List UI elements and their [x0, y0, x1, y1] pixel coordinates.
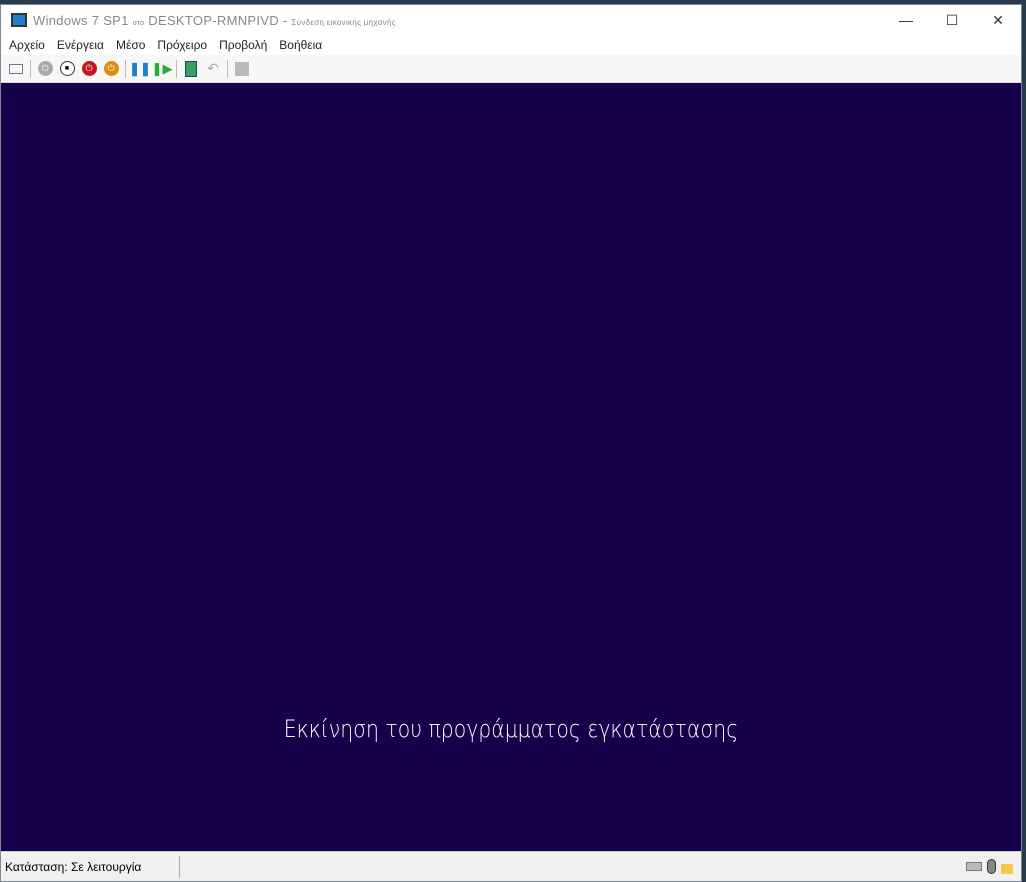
menu-clipboard[interactable]: Πρόχειρο: [151, 38, 213, 52]
close-button[interactable]: ✕: [975, 5, 1021, 35]
minimize-button[interactable]: —: [883, 5, 929, 35]
revert-icon: ↶: [207, 60, 219, 76]
ctrl-alt-del-button[interactable]: [5, 58, 27, 80]
vm-connection-window: Windows 7 SP1 στο DESKTOP-RMNPIVD - Σύνδ…: [0, 4, 1022, 882]
save-button[interactable]: ⏻: [100, 58, 122, 80]
divider: [30, 59, 31, 78]
ctrl-alt-del-icon: [9, 63, 23, 74]
divider: [176, 59, 177, 78]
status-text: Κατάσταση: Σε λειτουργία: [5, 859, 142, 874]
menu-help[interactable]: Βοήθεια: [273, 38, 328, 52]
setup-starting-message: Εκκίνηση του προγράμματος εγκατάστασης: [283, 715, 739, 743]
checkpoint-button[interactable]: [180, 58, 202, 80]
keyboard-icon: [966, 862, 982, 871]
vm-screen[interactable]: Εκκίνηση του προγράμματος εγκατάστασης: [1, 83, 1021, 851]
divider: [227, 59, 228, 78]
mouse-icon: [987, 859, 996, 874]
power-icon: ⏻: [37, 61, 53, 76]
checkpoint-icon: [185, 60, 197, 77]
maximize-button[interactable]: ☐: [929, 5, 975, 35]
vm-monitor-icon: [11, 13, 27, 27]
shutdown-icon: ⏻: [81, 61, 97, 76]
stop-icon: ■: [59, 61, 75, 76]
pause-icon: ❚❚: [129, 60, 151, 76]
shut-down-button[interactable]: ⏻: [78, 58, 100, 80]
enhanced-session-icon: [235, 61, 249, 76]
start-button[interactable]: ⏻: [34, 58, 56, 80]
pause-button[interactable]: ❚❚: [129, 58, 151, 80]
menu-view[interactable]: Προβολή: [213, 38, 273, 52]
divider: [125, 59, 126, 78]
turn-off-button[interactable]: ■: [56, 58, 78, 80]
resume-icon: ❚▶: [151, 60, 173, 76]
menu-action[interactable]: Ενέργεια: [51, 38, 110, 52]
menu-bar: Αρχείο Ενέργεια Μέσο Πρόχειρο Προβολή Βο…: [1, 35, 1021, 55]
toolbar: ⏻ ■ ⏻ ⏻ ❚❚ ❚▶ ↶: [1, 55, 1021, 83]
resume-button[interactable]: ❚▶: [151, 58, 173, 80]
menu-media[interactable]: Μέσο: [110, 38, 151, 52]
title-bar: Windows 7 SP1 στο DESKTOP-RMNPIVD - Σύνδ…: [1, 5, 1021, 35]
menu-file[interactable]: Αρχείο: [3, 38, 51, 52]
lock-icon: [1001, 863, 1013, 874]
revert-button[interactable]: ↶: [202, 58, 224, 80]
status-bar: Κατάσταση: Σε λειτουργία: [1, 851, 1021, 881]
window-title: Windows 7 SP1 στο DESKTOP-RMNPIVD - Σύνδ…: [33, 12, 396, 28]
enhanced-session-button[interactable]: [231, 58, 253, 80]
save-state-icon: ⏻: [103, 61, 119, 76]
